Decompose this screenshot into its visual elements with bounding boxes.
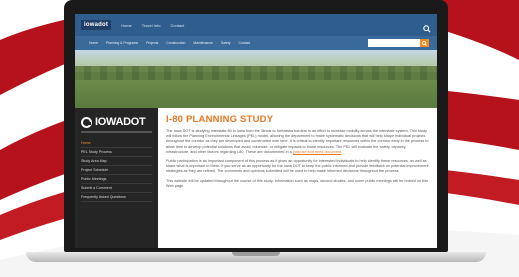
sidebar-item-meetings[interactable]: Public Meetings <box>81 175 152 184</box>
laptop-screen: iowadot Home Travel Info Contact Home Pl… <box>75 14 437 248</box>
updates-paragraph: This website will be updated throughout … <box>166 178 429 188</box>
search-input[interactable] <box>368 39 420 47</box>
nav-search <box>368 39 429 47</box>
iowa-dot-logo-icon <box>81 116 92 128</box>
search-icon <box>422 40 427 46</box>
brand-logo[interactable]: IOWADOT <box>81 116 152 128</box>
main-nav: Home Planning & Programs Projects Constr… <box>75 36 437 50</box>
brand-text: IOWADOT <box>95 116 146 128</box>
site-header: iowadot Home Travel Info Contact <box>75 14 437 36</box>
search-go-button[interactable] <box>420 39 429 47</box>
nav-item[interactable]: Home <box>89 41 98 45</box>
sidebar: IOWADOT Home PEL Study Process Study Are… <box>75 108 158 248</box>
laptop-base <box>26 252 486 262</box>
hero-image <box>75 50 437 108</box>
top-link[interactable]: Contact <box>171 23 185 28</box>
main-content: I-80 PLANNING STUDY The Iowa DOT is stud… <box>158 108 437 248</box>
nav-item[interactable]: Safety <box>221 41 231 45</box>
intro-paragraph: The Iowa DOT is studying Interstate 80 i… <box>166 129 429 154</box>
sidebar-item-schedule[interactable]: Project Schedule <box>81 166 152 175</box>
sidebar-item-pel-process[interactable]: PEL Study Process <box>81 148 152 157</box>
search-icon[interactable] <box>423 20 431 33</box>
sidebar-item-faq[interactable]: Frequently Asked Questions <box>81 193 152 202</box>
hero-trees <box>75 66 437 80</box>
nav-item[interactable]: Planning & Programs <box>106 41 138 45</box>
purpose-need-link[interactable]: purpose and need document <box>293 150 341 154</box>
sidebar-item-study-map[interactable]: Study Area Map <box>81 157 152 166</box>
brand-divider <box>81 131 152 133</box>
nav-item[interactable]: Construction <box>166 41 185 45</box>
nav-item[interactable]: Contact <box>238 41 250 45</box>
participation-paragraph: Public participation is an important com… <box>166 159 429 174</box>
sidebar-item-comment[interactable]: Submit a Comment <box>81 184 152 193</box>
top-link[interactable]: Home <box>121 23 132 28</box>
page-title: I-80 PLANNING STUDY <box>166 114 274 125</box>
sidebar-item-home[interactable]: Home <box>81 139 152 148</box>
laptop-notch <box>232 252 280 256</box>
laptop-mockup: iowadot Home Travel Info Contact Home Pl… <box>26 0 486 262</box>
top-link[interactable]: Travel Info <box>142 23 161 28</box>
top-links: Home Travel Info Contact <box>121 23 184 28</box>
nav-item[interactable]: Projects <box>146 41 158 45</box>
nav-item[interactable]: Maintenance <box>193 41 212 45</box>
content-area: IOWADOT Home PEL Study Process Study Are… <box>75 108 437 248</box>
header-logo[interactable]: iowadot <box>81 20 112 30</box>
